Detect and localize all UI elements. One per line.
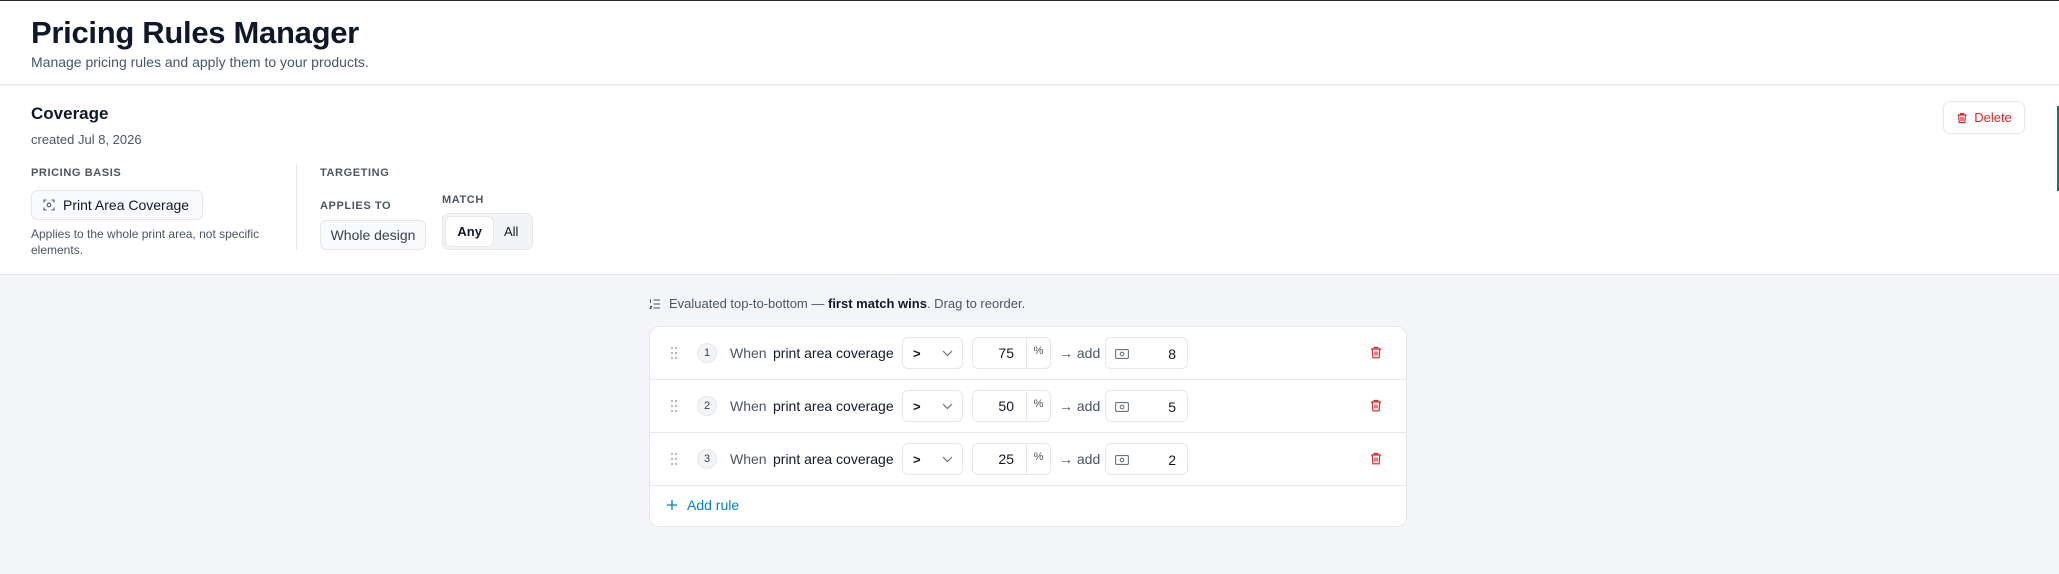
amount-input-group[interactable]: 8: [1105, 337, 1188, 369]
operator-value: >: [913, 398, 921, 414]
threshold-input[interactable]: 50: [973, 391, 1026, 421]
chevron-down-icon: [942, 456, 953, 463]
applies-to-label: APPLIES TO: [320, 200, 392, 212]
list-order-icon: [649, 298, 660, 309]
operator-value: >: [913, 451, 921, 467]
evaluation-note-suffix: . Drag to reorder.: [926, 296, 1026, 311]
when-label: When: [730, 398, 767, 414]
match-all-option[interactable]: All: [493, 217, 529, 246]
add-label: → add: [1059, 398, 1101, 414]
amount-input[interactable]: 2: [1168, 452, 1176, 468]
match-toggle: Any All: [442, 213, 533, 250]
chevron-down-icon: [942, 403, 953, 410]
conditions-table: 1 When print area coverage > 75 % → add …: [649, 326, 1407, 527]
operator-select[interactable]: >: [902, 337, 963, 369]
evaluation-note-bold: first match wins: [827, 296, 927, 311]
applies-to-value: Whole design: [320, 220, 426, 250]
evaluation-note-prefix: Evaluated top-to-bottom —: [669, 296, 828, 311]
add-label: → add: [1059, 345, 1101, 361]
pricing-basis-value: Print Area Coverage: [63, 197, 190, 213]
amount-input[interactable]: 8: [1168, 346, 1176, 362]
trash-icon[interactable]: [1370, 399, 1382, 412]
drag-handle-icon[interactable]: [670, 346, 678, 360]
row-index: 2: [697, 396, 717, 416]
add-label: → add: [1059, 451, 1101, 467]
add-rule-label: Add rule: [687, 497, 740, 513]
pricing-basis-label: PRICING BASIS: [31, 167, 122, 179]
percent-unit: %: [1026, 444, 1050, 474]
row-index: 3: [697, 449, 717, 469]
drag-handle-icon[interactable]: [670, 399, 678, 413]
row-index: 1: [697, 343, 717, 363]
drag-handle-icon[interactable]: [670, 452, 678, 466]
metric-label: print area coverage: [773, 398, 894, 414]
page-header: Pricing Rules Manager Manage pricing rul…: [0, 1, 2059, 85]
threshold-input[interactable]: 75: [973, 338, 1026, 368]
amount-input-group[interactable]: 2: [1105, 443, 1188, 475]
evaluation-note: Evaluated top-to-bottom — first match wi…: [649, 296, 1025, 311]
condition-row[interactable]: 1 When print area coverage > 75 % → add …: [650, 327, 1406, 380]
condition-row[interactable]: 3 When print area coverage > 25 % → add …: [650, 433, 1406, 486]
match-label: MATCH: [442, 194, 484, 206]
pricing-basis-chip: Print Area Coverage: [31, 190, 203, 220]
section-divider: [296, 164, 297, 250]
banknote-icon: [1115, 402, 1129, 412]
when-label: When: [730, 345, 767, 361]
chevron-down-icon: [942, 350, 953, 357]
page-subtitle: Manage pricing rules and apply them to y…: [31, 54, 369, 70]
operator-select[interactable]: >: [902, 390, 963, 422]
threshold-input-group[interactable]: 50 %: [972, 390, 1051, 422]
amount-input[interactable]: 5: [1168, 399, 1176, 415]
metric-label: print area coverage: [773, 345, 894, 361]
amount-input-group[interactable]: 5: [1105, 390, 1188, 422]
delete-rule-button[interactable]: Delete: [1943, 101, 2025, 134]
add-rule-button[interactable]: Add rule: [666, 497, 739, 513]
delete-button-label: Delete: [1974, 110, 2012, 125]
when-label: When: [730, 451, 767, 467]
percent-unit: %: [1026, 391, 1050, 421]
percent-unit: %: [1026, 338, 1050, 368]
threshold-input-group[interactable]: 75 %: [972, 337, 1051, 369]
operator-value: >: [913, 345, 921, 361]
threshold-input-group[interactable]: 25 %: [972, 443, 1051, 475]
pricing-basis-note: Applies to the whole print area, not spe…: [31, 227, 260, 257]
operator-select[interactable]: >: [902, 443, 963, 475]
trash-icon[interactable]: [1370, 346, 1382, 359]
banknote-icon: [1115, 455, 1129, 465]
banknote-icon: [1115, 349, 1129, 359]
trash-icon[interactable]: [1370, 452, 1382, 465]
rule-card: Coverage created Jul 8, 2026 Delete PRIC…: [0, 86, 2059, 275]
plus-icon: [667, 500, 677, 510]
threshold-input[interactable]: 25: [973, 444, 1026, 474]
rule-name: Coverage: [31, 104, 109, 123]
scan-icon: [43, 199, 55, 211]
condition-row[interactable]: 2 When print area coverage > 50 % → add …: [650, 380, 1406, 433]
metric-label: print area coverage: [773, 451, 894, 467]
match-any-option[interactable]: Any: [446, 217, 494, 246]
trash-icon: [1957, 112, 1967, 123]
page-title: Pricing Rules Manager: [31, 15, 359, 50]
targeting-label: TARGETING: [320, 167, 390, 179]
rule-created-date: created Jul 8, 2026: [31, 132, 142, 147]
